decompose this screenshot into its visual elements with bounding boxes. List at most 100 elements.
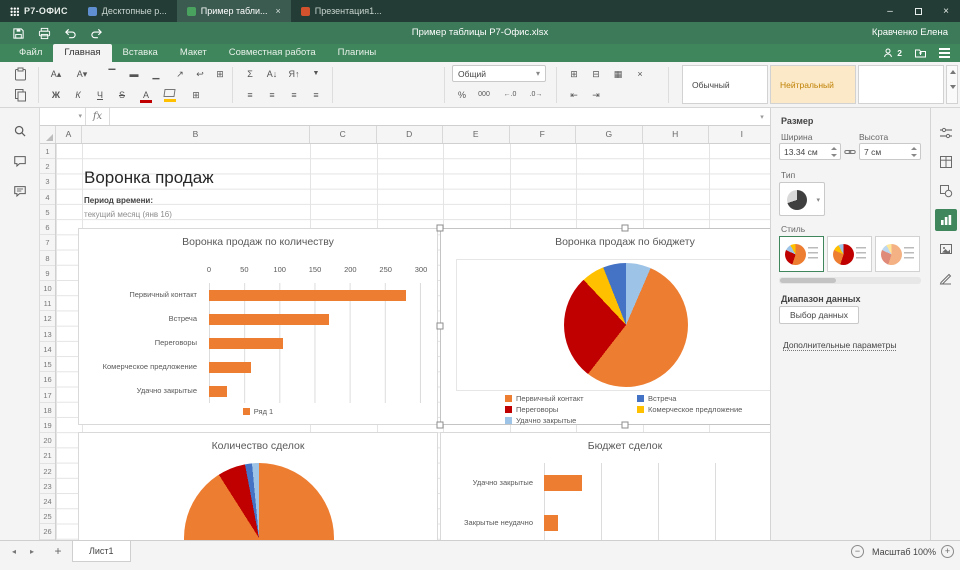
cell-style-normal[interactable]: Обычный — [682, 65, 768, 104]
text-orientation-icon[interactable]: ↗ — [170, 65, 190, 83]
menu-tab-4[interactable]: Макет — [169, 44, 218, 62]
row-header[interactable]: 5 — [40, 205, 55, 220]
menu-tab-3[interactable]: Вставка — [112, 44, 169, 62]
shape-settings-icon[interactable] — [931, 176, 960, 205]
chart-style-thumbnail[interactable] — [827, 236, 872, 272]
chart-deals-count[interactable]: Количество сделок — [78, 432, 438, 540]
add-sheet-button[interactable]: + — [50, 541, 66, 563]
main-menu-icon[interactable] — [939, 52, 950, 54]
pie-chart[interactable] — [184, 463, 334, 540]
row-header[interactable]: 18 — [40, 403, 55, 418]
selection-handle[interactable] — [437, 323, 444, 330]
row-header[interactable]: 13 — [40, 327, 55, 342]
number-format-select[interactable]: Общий ▾ — [452, 65, 546, 82]
formula-bar-collapse-icon[interactable]: ▾ — [754, 113, 770, 121]
percent-style-icon[interactable]: % — [452, 86, 472, 104]
cell-style-empty[interactable] — [858, 65, 944, 104]
row-header[interactable]: 15 — [40, 357, 55, 372]
sort-desc-icon[interactable]: Я↑ — [284, 65, 304, 83]
app-logo[interactable]: Р7-ОФИС — [0, 0, 78, 22]
row-header[interactable]: 1 — [40, 144, 55, 159]
row-header[interactable]: 19 — [40, 418, 55, 433]
document-tab[interactable]: Десктопные р... — [78, 0, 177, 22]
row-header[interactable]: 4 — [40, 190, 55, 205]
clear-icon[interactable]: × — [630, 65, 650, 83]
indent-decrease-icon[interactable]: ⇤ — [564, 86, 584, 104]
chart-deals-budget[interactable]: Бюджет сделок Удачно закрытыеЗакрытые не… — [440, 432, 770, 540]
sheet-next-icon[interactable]: ▸ — [24, 541, 40, 563]
row-header[interactable]: 23 — [40, 479, 55, 494]
period-label[interactable]: Период времени: — [84, 196, 153, 205]
chart-style-thumbnail[interactable] — [779, 236, 824, 272]
row-header[interactable]: 6 — [40, 220, 55, 235]
selection-handle[interactable] — [437, 422, 444, 429]
column-header[interactable]: F — [510, 126, 577, 143]
fill-color-icon[interactable] — [160, 86, 180, 104]
decrease-decimal-icon[interactable]: ←.0 — [500, 86, 520, 104]
row-header[interactable]: 8 — [40, 251, 55, 266]
sheet-tab-list1[interactable]: Лист1 — [72, 541, 131, 562]
font-decrease-icon[interactable]: А▾ — [72, 65, 92, 83]
row-header[interactable]: 10 — [40, 281, 55, 296]
undo-icon[interactable] — [58, 22, 82, 44]
row-header[interactable]: 24 — [40, 494, 55, 509]
height-input[interactable]: 7 см — [859, 143, 921, 160]
selection-handle[interactable] — [622, 422, 629, 429]
style-gallery-scrollbar[interactable] — [779, 277, 921, 284]
valign-bottom-icon[interactable]: ▁ — [146, 65, 166, 83]
document-tab[interactable]: Презентация1... — [291, 0, 392, 22]
signature-settings-icon[interactable] — [931, 263, 960, 292]
zoom-out-icon[interactable]: − — [851, 545, 864, 558]
align-right-icon[interactable]: ≡ — [284, 86, 304, 104]
delete-cells-icon[interactable]: ⊟ — [586, 65, 606, 83]
column-header[interactable]: D — [377, 126, 444, 143]
name-box[interactable]: ▾ — [40, 108, 86, 125]
column-header[interactable]: C — [310, 126, 377, 143]
column-header[interactable]: A — [56, 126, 82, 143]
insert-function-icon[interactable]: fx — [86, 108, 110, 125]
align-justify-icon[interactable]: ≡ — [306, 86, 326, 104]
chat-icon[interactable] — [0, 176, 40, 206]
row-header[interactable]: 16 — [40, 372, 55, 387]
insert-cells-icon[interactable]: ⊞ — [564, 65, 584, 83]
chart-funnel-budget[interactable]: Воронка продаж по бюджету Первичный конт… — [440, 228, 770, 425]
indent-increase-icon[interactable]: ⇥ — [586, 86, 606, 104]
sheet-prev-icon[interactable]: ◂ — [6, 541, 22, 563]
valign-middle-icon[interactable]: ▬ — [124, 65, 144, 83]
row-header[interactable]: 11 — [40, 296, 55, 311]
align-left-icon[interactable]: ≡ — [240, 86, 260, 104]
underline-icon[interactable]: Ч — [90, 86, 110, 104]
redo-icon[interactable] — [84, 22, 108, 44]
borders-icon[interactable]: ⊞ — [186, 86, 206, 104]
valign-top-icon[interactable]: ▔ — [102, 65, 122, 83]
row-header[interactable]: 2 — [40, 159, 55, 174]
column-header[interactable]: E — [443, 126, 510, 143]
row-header[interactable]: 22 — [40, 464, 55, 479]
filter-icon[interactable]: ▼ — [306, 65, 326, 83]
row-header[interactable]: 20 — [40, 433, 55, 448]
row-header[interactable]: 7 — [40, 235, 55, 250]
chart-settings-icon[interactable] — [931, 205, 960, 234]
row-header[interactable]: 9 — [40, 266, 55, 281]
menu-tab-5[interactable]: Совместная работа — [218, 44, 327, 62]
pie-chart[interactable] — [564, 263, 688, 387]
select-data-button[interactable]: Выбор данных — [779, 306, 859, 324]
bold-icon[interactable]: Ж — [46, 86, 66, 104]
zoom-in-icon[interactable]: + — [941, 545, 954, 558]
menu-tab-2[interactable]: Главная — [53, 44, 111, 62]
menu-tab-1[interactable]: Файл — [8, 44, 53, 62]
row-header[interactable]: 26 — [40, 524, 55, 539]
sort-asc-icon[interactable]: А↓ — [262, 65, 282, 83]
advanced-settings-link[interactable]: Дополнительные параметры — [783, 340, 896, 351]
paste-icon[interactable] — [10, 65, 30, 83]
column-header[interactable]: H — [643, 126, 710, 143]
row-header[interactable]: 21 — [40, 448, 55, 463]
strikethrough-icon[interactable]: S — [112, 86, 132, 104]
image-settings-icon[interactable] — [931, 234, 960, 263]
merge-cells-icon[interactable]: ⊞ — [210, 65, 230, 83]
cell-settings-icon[interactable] — [931, 118, 960, 147]
increase-decimal-icon[interactable]: .0→ — [526, 86, 546, 104]
row-header[interactable]: 12 — [40, 311, 55, 326]
close-button[interactable]: × — [932, 0, 960, 22]
comma-style-icon[interactable]: 000 — [474, 86, 494, 104]
